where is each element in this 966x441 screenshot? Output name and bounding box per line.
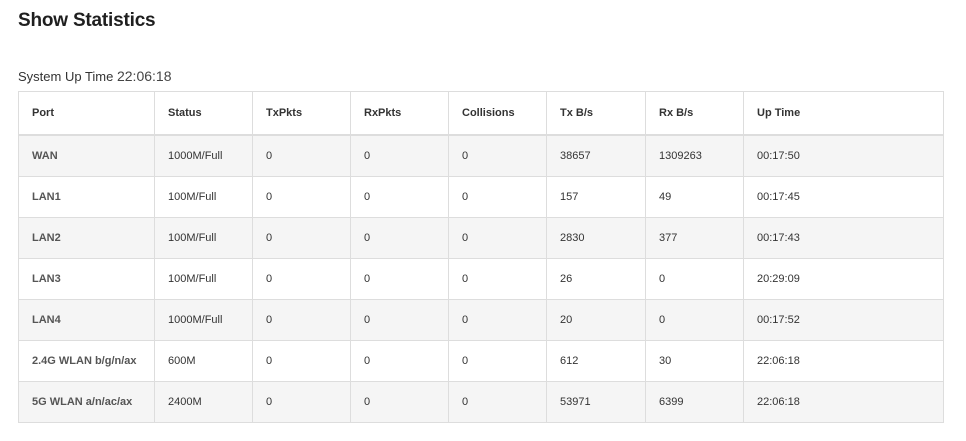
cell-rxpkts: 0 — [350, 134, 449, 177]
column-header-txpkts: TxPkts — [252, 91, 351, 136]
cell-rxpkts: 0 — [350, 258, 449, 300]
table-row: LAN1 100M/Full 0 0 0 157 49 00:17:45 — [18, 176, 944, 218]
column-header-tx-bps: Tx B/s — [546, 91, 646, 136]
system-uptime: System Up Time 22:06:18 — [18, 68, 171, 84]
cell-collisions: 0 — [448, 176, 547, 218]
cell-rxpkts: 0 — [350, 217, 449, 259]
cell-txpkts: 0 — [252, 258, 351, 300]
cell-tx-bps: 26 — [546, 258, 646, 300]
cell-port: LAN3 — [18, 258, 155, 300]
cell-collisions: 0 — [448, 258, 547, 300]
cell-up-time: 00:17:50 — [743, 134, 944, 177]
uptime-value: 22:06:18 — [116, 68, 172, 84]
table-row: LAN3 100M/Full 0 0 0 26 0 20:29:09 — [18, 258, 944, 300]
table-row: LAN2 100M/Full 0 0 0 2830 377 00:17:43 — [18, 217, 944, 259]
cell-up-time: 00:17:52 — [743, 299, 944, 341]
cell-up-time: 22:06:18 — [743, 340, 944, 382]
column-header-collisions: Collisions — [448, 91, 547, 136]
column-header-rx-bps: Rx B/s — [645, 91, 744, 136]
table-row: WAN 1000M/Full 0 0 0 38657 1309263 00:17:50 — [18, 134, 944, 177]
cell-txpkts: 0 — [252, 299, 351, 341]
cell-rx-bps: 0 — [645, 299, 744, 341]
table-body: WAN 1000M/Full 0 0 0 38657 1309263 00:17:50 LAN1… — [18, 134, 944, 423]
cell-up-time: 22:06:18 — [743, 381, 944, 423]
cell-up-time: 00:17:43 — [743, 217, 944, 259]
cell-port: LAN1 — [18, 176, 155, 218]
cell-collisions: 0 — [448, 134, 547, 177]
cell-collisions: 0 — [448, 217, 547, 259]
cell-rxpkts: 0 — [350, 340, 449, 382]
cell-port: LAN2 — [18, 217, 155, 259]
cell-txpkts: 0 — [252, 217, 351, 259]
cell-tx-bps: 2830 — [546, 217, 646, 259]
cell-status: 1000M/Full — [154, 299, 253, 341]
cell-rx-bps: 6399 — [645, 381, 744, 423]
cell-rx-bps: 49 — [645, 176, 744, 218]
table-header-row: Port Status TxPkts RxPkts Collisions Tx B/s Rx… — [18, 91, 944, 136]
cell-collisions: 0 — [448, 340, 547, 382]
column-header-status: Status — [154, 91, 253, 136]
column-header-port: Port — [18, 91, 155, 136]
cell-status: 100M/Full — [154, 217, 253, 259]
cell-rx-bps: 1309263 — [645, 134, 744, 177]
page-title: Show Statistics — [18, 10, 156, 31]
cell-txpkts: 0 — [252, 381, 351, 423]
cell-rxpkts: 0 — [350, 176, 449, 218]
cell-tx-bps: 53971 — [546, 381, 646, 423]
cell-port: 2.4G WLAN b/g/n/ax — [18, 340, 155, 382]
cell-status: 600M — [154, 340, 253, 382]
cell-collisions: 0 — [448, 299, 547, 341]
uptime-label: System Up Time — [18, 69, 114, 84]
table-row: LAN4 1000M/Full 0 0 0 20 0 00:17:52 — [18, 299, 944, 341]
cell-rx-bps: 30 — [645, 340, 744, 382]
cell-rx-bps: 0 — [645, 258, 744, 300]
cell-port: LAN4 — [18, 299, 155, 341]
cell-rxpkts: 0 — [350, 381, 449, 423]
cell-status: 100M/Full — [154, 258, 253, 300]
cell-tx-bps: 20 — [546, 299, 646, 341]
statistics-table: Port Status TxPkts RxPkts Collisions Tx B/s Rx… — [18, 91, 944, 423]
cell-tx-bps: 38657 — [546, 134, 646, 177]
table-row: 2.4G WLAN b/g/n/ax 600M 0 0 0 612 30 22:06:18 — [18, 340, 944, 382]
cell-txpkts: 0 — [252, 134, 351, 177]
cell-up-time: 20:29:09 — [743, 258, 944, 300]
cell-status: 2400M — [154, 381, 253, 423]
cell-rx-bps: 377 — [645, 217, 744, 259]
cell-status: 1000M/Full — [154, 134, 253, 177]
cell-port: 5G WLAN a/n/ac/ax — [18, 381, 155, 423]
cell-status: 100M/Full — [154, 176, 253, 218]
table-row: 5G WLAN a/n/ac/ax 2400M 0 0 0 53971 6399 22:06:… — [18, 381, 944, 423]
cell-up-time: 00:17:45 — [743, 176, 944, 218]
column-header-rxpkts: RxPkts — [350, 91, 449, 136]
cell-collisions: 0 — [448, 381, 547, 423]
cell-txpkts: 0 — [252, 176, 351, 218]
cell-txpkts: 0 — [252, 340, 351, 382]
cell-tx-bps: 157 — [546, 176, 646, 218]
column-header-up-time: Up Time — [743, 91, 944, 136]
cell-port: WAN — [18, 134, 155, 177]
cell-tx-bps: 612 — [546, 340, 646, 382]
cell-rxpkts: 0 — [350, 299, 449, 341]
